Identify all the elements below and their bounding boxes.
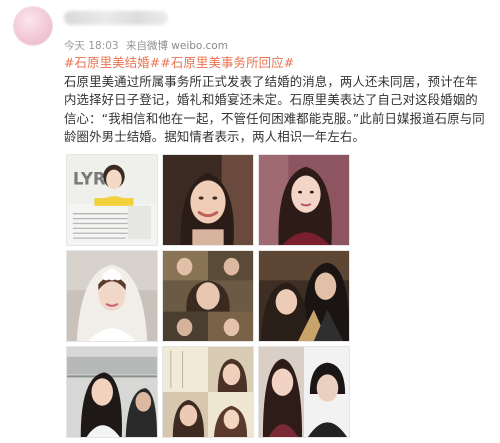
smiling-woman-photo: [163, 155, 253, 245]
couple-photo: [259, 251, 349, 341]
post-time[interactable]: 今天 18:03: [64, 40, 119, 52]
username-blurred[interactable]: [64, 11, 168, 25]
portrait-woman-photo: [259, 155, 349, 245]
post-meta: 今天 18:03 来自微博 weibo.com: [64, 38, 232, 53]
weibo-post-card: 今天 18:03 来自微博 weibo.com #石原里美结婚##石原里美事务所…: [0, 0, 500, 443]
bride-veil-photo: [67, 251, 157, 341]
post-source[interactable]: 微博 weibo.com: [147, 40, 228, 52]
photo-thumb-woman-man[interactable]: [258, 346, 350, 438]
photo-grid: LYRIC: [64, 152, 354, 438]
photo-thumb-smiling-woman[interactable]: [162, 154, 254, 246]
woman-and-man-photo: [259, 347, 349, 437]
post-source-prefix: 来自: [125, 40, 147, 52]
window-stills-collage-photo: [163, 347, 253, 437]
photo-thumb-portrait[interactable]: [258, 154, 350, 246]
photo-thumb-couple[interactable]: [258, 250, 350, 342]
photo-thumb-stills-collage[interactable]: [162, 250, 254, 342]
magazine-page-photo: LYRIC: [67, 155, 157, 245]
photo-thumb-magazine[interactable]: LYRIC: [66, 154, 158, 246]
photo-thumb-subway[interactable]: [66, 346, 158, 438]
post-body: #石原里美结婚##石原里美事务所回应# 石原里美通过所属事务所正式发表了结婚的消…: [64, 54, 488, 147]
hashtag-marriage[interactable]: #石原里美结婚#: [64, 55, 160, 70]
avatar[interactable]: [14, 7, 52, 45]
drama-stills-collage-photo: [163, 251, 253, 341]
photo-thumb-bride[interactable]: [66, 250, 158, 342]
subway-scene-photo: [67, 347, 157, 437]
hashtag-agency-response[interactable]: #石原里美事务所回应#: [160, 55, 294, 70]
photo-thumb-window-collage[interactable]: [162, 346, 254, 438]
post-body-text: 石原里美通过所属事务所正式发表了结婚的消息，两人还未同居，预计在年内选择好日子登…: [64, 73, 485, 145]
